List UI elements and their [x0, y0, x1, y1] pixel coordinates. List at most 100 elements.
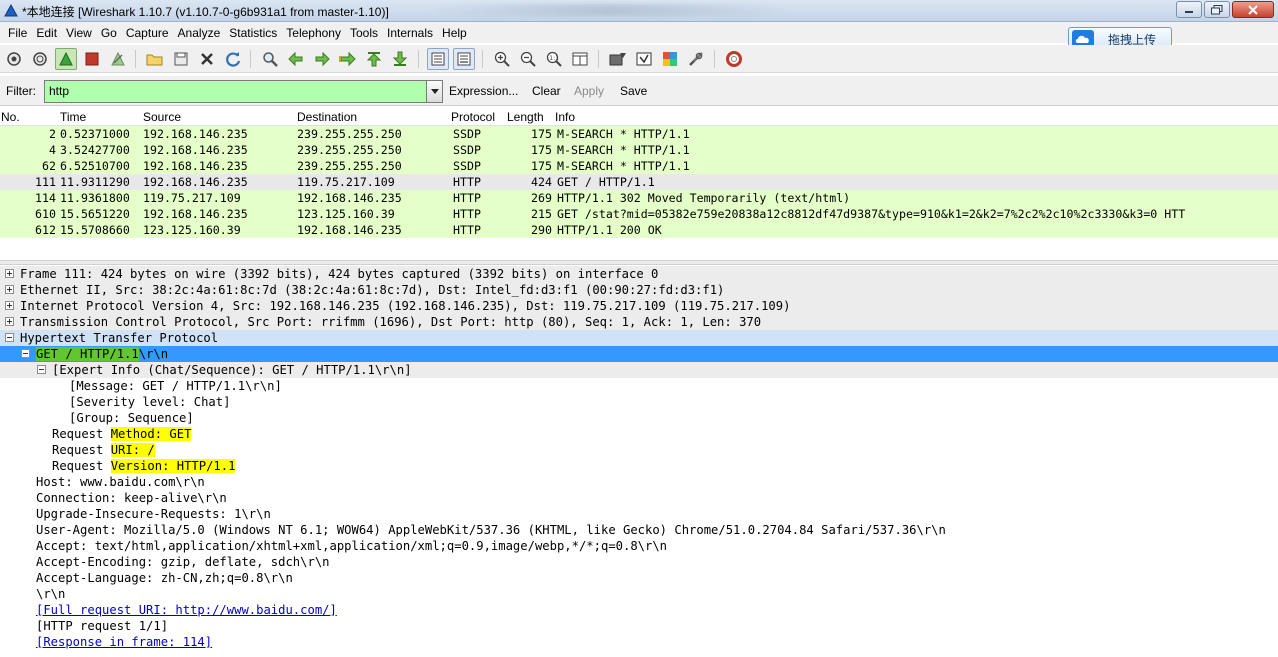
- cell-length: 175: [531, 143, 552, 157]
- go-back-icon[interactable]: [285, 48, 307, 70]
- tree-request-uri[interactable]: Request URI: /: [0, 442, 1278, 458]
- go-to-packet-icon[interactable]: [337, 48, 359, 70]
- menu-tools[interactable]: Tools: [346, 23, 382, 43]
- menu-statistics[interactable]: Statistics: [225, 23, 281, 43]
- tree-expert-severity[interactable]: [Severity level: Chat]: [0, 394, 1278, 410]
- expression-button[interactable]: Expression...: [449, 84, 518, 98]
- tree-ip[interactable]: Internet Protocol Version 4, Src: 192.16…: [0, 298, 1278, 314]
- cell-time: 15.5651220: [60, 207, 130, 221]
- menu-internals[interactable]: Internals: [383, 23, 437, 43]
- menu-capture[interactable]: Capture: [122, 23, 173, 43]
- apply-button[interactable]: Apply: [574, 84, 604, 98]
- start-capture-icon[interactable]: [55, 48, 77, 70]
- tree-ethernet[interactable]: Ethernet II, Src: 38:2c:4a:61:8c:7d (38:…: [0, 282, 1278, 298]
- expand-icon[interactable]: [5, 301, 14, 310]
- menu-help[interactable]: Help: [438, 23, 471, 43]
- col-header-protocol[interactable]: Protocol: [451, 110, 495, 124]
- tree-expert-message[interactable]: [Message: GET / HTTP/1.1\r\n]: [0, 378, 1278, 394]
- close-file-icon[interactable]: [196, 48, 218, 70]
- autoscroll-icon[interactable]: [427, 48, 449, 70]
- go-forward-icon[interactable]: [311, 48, 333, 70]
- tree-upgrade[interactable]: Upgrade-Insecure-Requests: 1\r\n: [0, 506, 1278, 522]
- zoom-in-icon[interactable]: [491, 48, 513, 70]
- col-header-length[interactable]: Length: [507, 110, 544, 124]
- tree-request-line[interactable]: GET / HTTP/1.1\r\n: [0, 346, 1278, 362]
- capture-options-icon[interactable]: [29, 48, 51, 70]
- save-filter-button[interactable]: Save: [620, 84, 647, 98]
- tree-request-count[interactable]: [HTTP request 1/1]: [0, 618, 1278, 634]
- tree-crlf[interactable]: \r\n: [0, 586, 1278, 602]
- full-request-uri-link[interactable]: [Full request URI: http://www.baidu.com/…: [36, 602, 337, 618]
- col-header-destination[interactable]: Destination: [297, 110, 357, 124]
- close-button[interactable]: [1232, 1, 1274, 18]
- filter-input[interactable]: http: [44, 80, 428, 103]
- menu-file[interactable]: File: [4, 23, 31, 43]
- zoom-out-icon[interactable]: [517, 48, 539, 70]
- clear-button[interactable]: Clear: [532, 84, 561, 98]
- response-in-frame-link[interactable]: [Response in frame: 114]: [36, 634, 212, 650]
- tree-host[interactable]: Host: www.baidu.com\r\n: [0, 474, 1278, 490]
- tree-accept[interactable]: Accept: text/html,application/xhtml+xml,…: [0, 538, 1278, 554]
- find-packet-icon[interactable]: [259, 48, 281, 70]
- tree-user-agent[interactable]: User-Agent: Mozilla/5.0 (Windows NT 6.1;…: [0, 522, 1278, 538]
- open-file-icon[interactable]: [144, 48, 166, 70]
- capture-filters-icon[interactable]: [607, 48, 629, 70]
- expand-icon[interactable]: [5, 285, 14, 294]
- packet-row[interactable]: 4 3.52427700 192.168.146.235 239.255.255.25…: [0, 142, 1278, 158]
- cell-info: HTTP/1.1 302 Moved Temporarily (text/htm…: [557, 191, 851, 205]
- col-header-source[interactable]: Source: [143, 110, 181, 124]
- display-filters-icon[interactable]: [633, 48, 655, 70]
- tree-expert-info[interactable]: [Expert Info (Chat/Sequence): GET / HTTP…: [0, 362, 1278, 378]
- cell-source: 119.75.217.109: [143, 191, 241, 205]
- cell-protocol: SSDP: [453, 127, 481, 141]
- col-header-time[interactable]: Time: [60, 110, 86, 124]
- packet-row[interactable]: 2 0.52371000 192.168.146.235 239.255.255.25…: [0, 126, 1278, 142]
- packet-row[interactable]: 114 11.9361800 119.75.217.109 192.168.146.2…: [0, 190, 1278, 206]
- tree-accept-encoding[interactable]: Accept-Encoding: gzip, deflate, sdch\r\n: [0, 554, 1278, 570]
- tree-request-method[interactable]: Request Method: GET: [0, 426, 1278, 442]
- col-header-no[interactable]: No.: [1, 110, 20, 124]
- packet-row[interactable]: 62 6.52510700 192.168.146.235 239.255.255.2…: [0, 158, 1278, 174]
- tree-request-version[interactable]: Request Version: HTTP/1.1: [0, 458, 1278, 474]
- tree-frame[interactable]: Frame 111: 424 bytes on wire (3392 bits)…: [0, 266, 1278, 282]
- help-icon[interactable]: [723, 48, 745, 70]
- tree-full-uri[interactable]: [Full request URI: http://www.baidu.com/…: [0, 602, 1278, 618]
- menu-analyze[interactable]: Analyze: [174, 23, 225, 43]
- tree-tcp[interactable]: Transmission Control Protocol, Src Port:…: [0, 314, 1278, 330]
- minimize-button[interactable]: [1176, 1, 1202, 18]
- normal-size-icon[interactable]: 1:1: [543, 48, 565, 70]
- save-file-icon[interactable]: [170, 48, 192, 70]
- expand-icon[interactable]: [5, 269, 14, 278]
- restart-capture-icon[interactable]: [107, 48, 129, 70]
- col-header-info[interactable]: Info: [555, 110, 575, 124]
- tree-expert-group[interactable]: [Group: Sequence]: [0, 410, 1278, 426]
- packet-row[interactable]: 612 15.5708660 123.125.160.39 192.168.146.2…: [0, 222, 1278, 238]
- menu-telephony[interactable]: Telephony: [282, 23, 345, 43]
- packet-row[interactable]: 610 15.5651220 192.168.146.235 123.125.160.…: [0, 206, 1278, 222]
- tree-http[interactable]: Hypertext Transfer Protocol: [0, 330, 1278, 346]
- menu-view[interactable]: View: [62, 23, 96, 43]
- go-first-icon[interactable]: [363, 48, 385, 70]
- menu-go[interactable]: Go: [97, 23, 121, 43]
- tree-accept-language[interactable]: Accept-Language: zh-CN,zh;q=0.8\r\n: [0, 570, 1278, 586]
- colorize-icon[interactable]: [453, 48, 475, 70]
- interface-list-icon[interactable]: [3, 48, 25, 70]
- collapse-icon[interactable]: [21, 349, 30, 358]
- packet-row[interactable]: 111 11.9311290 192.168.146.235 119.75.217.1…: [0, 174, 1278, 190]
- expand-icon[interactable]: [5, 317, 14, 326]
- go-last-icon[interactable]: [389, 48, 411, 70]
- resize-columns-icon[interactable]: [569, 48, 591, 70]
- collapse-icon[interactable]: [37, 365, 46, 374]
- filter-dropdown-button[interactable]: [426, 80, 443, 103]
- coloring-rules-icon[interactable]: [659, 48, 681, 70]
- tree-connection[interactable]: Connection: keep-alive\r\n: [0, 490, 1278, 506]
- preferences-icon[interactable]: [685, 48, 707, 70]
- pane-splitter[interactable]: [0, 260, 1278, 265]
- stop-capture-icon[interactable]: [81, 48, 103, 70]
- restore-button[interactable]: [1204, 1, 1230, 18]
- tree-response-in[interactable]: [Response in frame: 114]: [0, 634, 1278, 650]
- cell-destination: 192.168.146.235: [297, 191, 402, 205]
- collapse-icon[interactable]: [5, 333, 14, 342]
- menu-edit[interactable]: Edit: [32, 23, 61, 43]
- reload-icon[interactable]: [222, 48, 244, 70]
